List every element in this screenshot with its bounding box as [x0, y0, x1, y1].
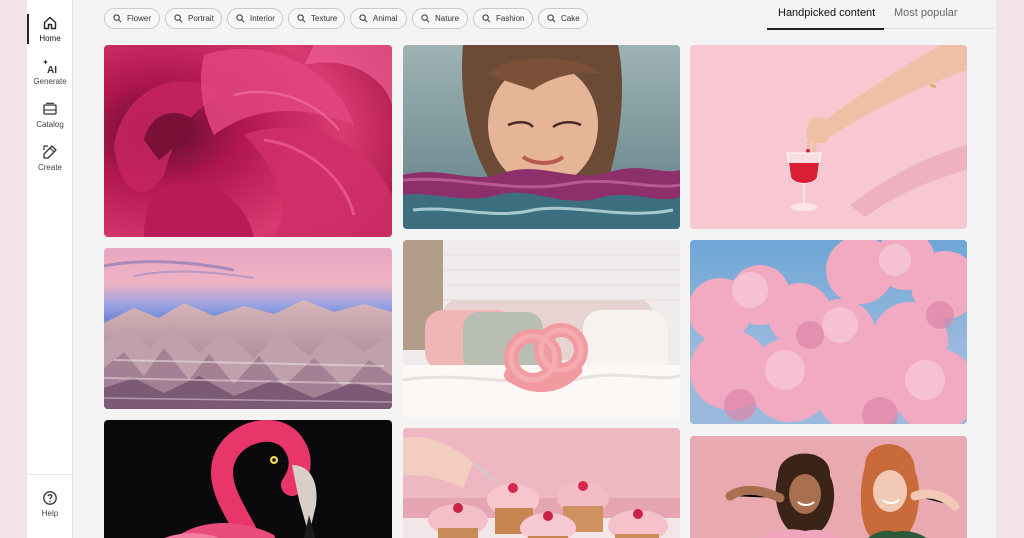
- filter-chip-animal[interactable]: Animal: [350, 8, 407, 29]
- catalog-icon: [43, 102, 57, 115]
- filter-chip-label: Interior: [250, 14, 275, 23]
- search-icon: [482, 14, 491, 23]
- filter-chip-fashion[interactable]: Fashion: [473, 8, 533, 29]
- filter-chip-label: Cake: [561, 14, 580, 23]
- create-icon: [43, 145, 57, 159]
- filter-chip-label: Fashion: [496, 14, 525, 23]
- tab-most-popular[interactable]: Most popular: [894, 7, 958, 29]
- sidebar-item-label: Catalog: [36, 120, 64, 129]
- cupcakes-image: [403, 428, 680, 538]
- filter-chip-nature[interactable]: Nature: [412, 8, 468, 29]
- filter-chip-label: Flower: [127, 14, 152, 23]
- water-portrait-image: [403, 45, 680, 229]
- wine-glass-image: [690, 45, 967, 229]
- flamingo-image: [104, 420, 392, 538]
- tabs-divider: [884, 28, 994, 29]
- pink-clouds-image: [690, 240, 967, 424]
- svg-text:AI: AI: [47, 65, 57, 74]
- filter-chip-interior[interactable]: Interior: [227, 8, 283, 29]
- search-icon: [236, 14, 245, 23]
- gallery-image-wine-glass[interactable]: [690, 45, 967, 229]
- filter-chip-texture[interactable]: Texture: [288, 8, 345, 29]
- sidebar-item-create[interactable]: Create: [27, 141, 73, 181]
- home-icon: [43, 16, 57, 30]
- sidebar-item-label: Create: [37, 163, 62, 172]
- filter-chip-label: Animal: [373, 14, 398, 23]
- help-icon: [43, 491, 57, 505]
- search-icon: [113, 14, 122, 23]
- gallery-image-badlands[interactable]: [104, 248, 392, 409]
- two-women-image: [690, 436, 967, 538]
- gallery-image-knot-pillow[interactable]: [403, 240, 680, 418]
- search-icon: [359, 14, 368, 23]
- sidebar: Home AI Generate Catalog Create Help: [27, 0, 73, 538]
- sidebar-item-home[interactable]: Home: [27, 12, 73, 52]
- filter-chip-label: Portrait: [188, 14, 214, 23]
- app-window: Home AI Generate Catalog Create Help Flo…: [27, 0, 996, 538]
- search-icon: [547, 14, 556, 23]
- sidebar-footer: Help: [27, 474, 73, 538]
- filter-chip-label: Texture: [311, 14, 338, 23]
- gallery-image-water-portrait[interactable]: [403, 45, 680, 229]
- ai-sparkle-icon: AI: [43, 59, 57, 74]
- tab-handpicked-content[interactable]: Handpicked content: [778, 7, 875, 29]
- filter-chip-flower[interactable]: Flower: [104, 8, 160, 29]
- filter-chip-cake[interactable]: Cake: [538, 8, 588, 29]
- badlands-image: [104, 248, 392, 409]
- sidebar-item-label: Help: [41, 509, 59, 518]
- gallery-image-cupcakes[interactable]: [403, 428, 680, 538]
- sidebar-item-generate[interactable]: AI Generate: [27, 55, 73, 95]
- active-tab-indicator: [767, 28, 884, 30]
- knot-pillow-image: [403, 240, 680, 418]
- sidebar-item-label: Home: [39, 34, 61, 43]
- sidebar-item-catalog[interactable]: Catalog: [27, 98, 73, 138]
- gallery-image-pink-clouds[interactable]: [690, 240, 967, 424]
- search-icon: [174, 14, 183, 23]
- sidebar-item-help[interactable]: Help: [27, 487, 73, 527]
- gallery-image-peony[interactable]: [104, 45, 392, 237]
- filter-chip-label: Nature: [435, 14, 460, 23]
- gallery-image-flamingo[interactable]: [104, 420, 392, 538]
- peony-image: [104, 45, 392, 237]
- search-icon: [297, 14, 306, 23]
- sidebar-item-label: Generate: [33, 77, 67, 86]
- search-icon: [421, 14, 430, 23]
- filter-chip-portrait[interactable]: Portrait: [165, 8, 222, 29]
- gallery-image-two-women[interactable]: [690, 436, 967, 538]
